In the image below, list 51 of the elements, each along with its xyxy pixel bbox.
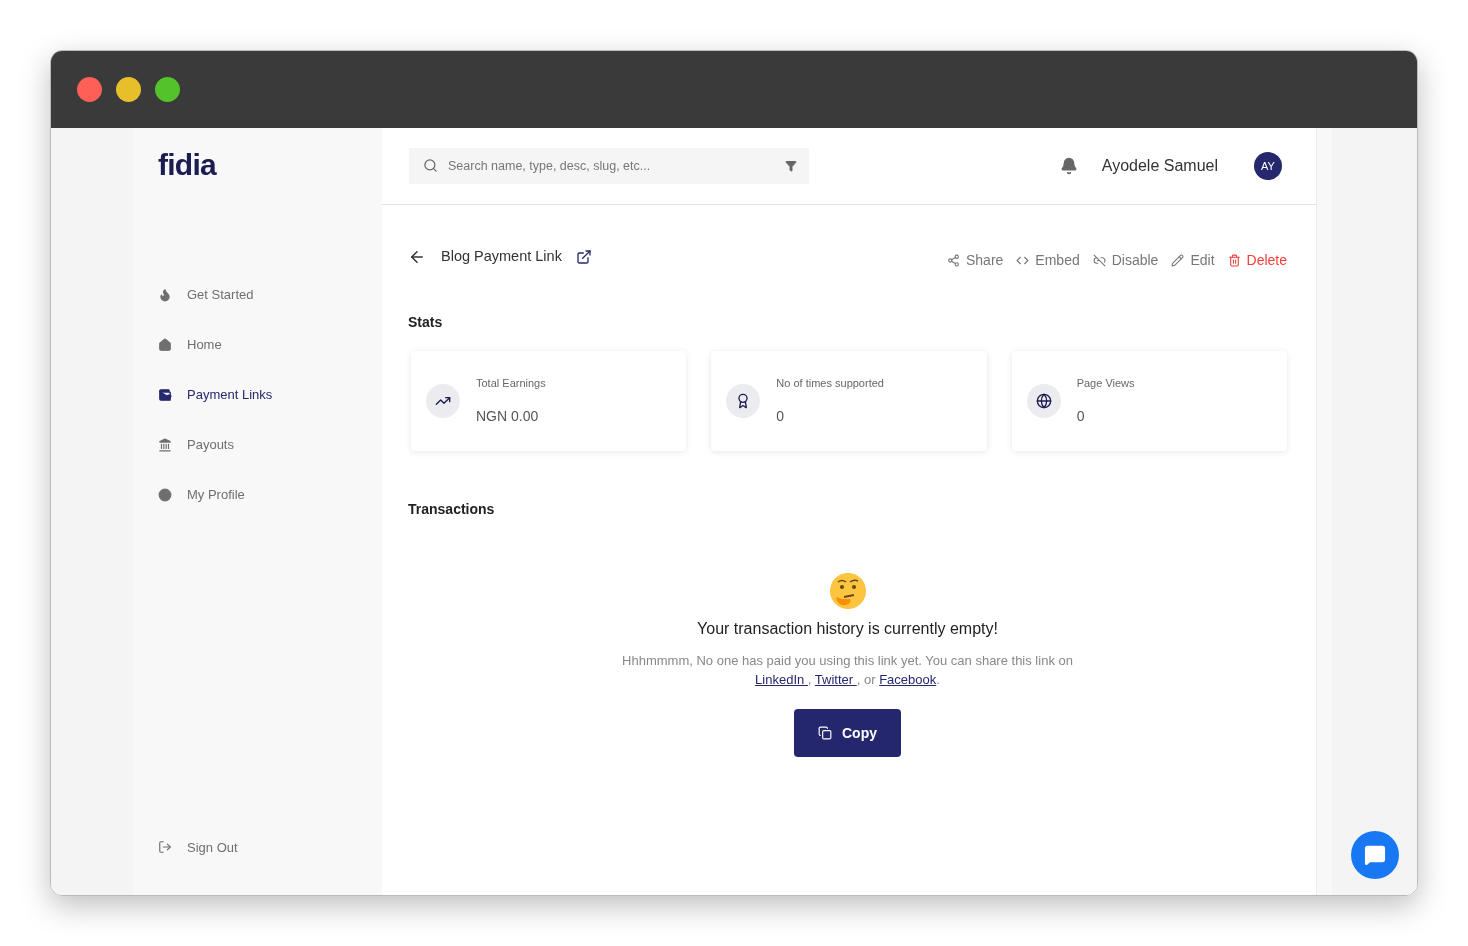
share-link[interactable]: LinkedIn [755,672,808,687]
stat-value: 0 [1076,406,1086,426]
trend-up-icon [426,384,460,418]
nav-item[interactable]: Payouts [158,434,382,455]
action-button[interactable]: Embed [1016,249,1080,271]
nav-item[interactable]: Home [158,334,382,355]
copy-icon [818,726,832,740]
bell-icon[interactable] [1059,157,1078,175]
chat-button[interactable] [1350,831,1399,879]
minimize-button[interactable] [116,77,141,102]
action-button[interactable]: Edit [1171,249,1215,271]
nav-item[interactable]: Get Started [158,284,382,305]
chat-icon [1363,844,1386,866]
flame-icon [158,287,172,302]
house-icon [158,337,172,352]
page-title: Blog Payment Link [441,247,562,267]
broken-link-icon [1092,253,1106,267]
filter-icon[interactable] [785,160,797,172]
bank-icon [158,437,172,452]
stat-label: Total Earnings [476,376,546,392]
close-button[interactable] [77,77,102,102]
action-button[interactable]: Delete [1227,249,1287,271]
avatar[interactable]: AY [1254,152,1282,180]
pencil-icon [1171,253,1185,267]
wallet-icon [158,387,172,402]
sign-out-item[interactable]: Sign Out [158,837,382,857]
external-link-icon[interactable] [575,249,592,265]
nav-item[interactable]: Payment Links [158,384,382,405]
action-button[interactable]: Share [947,249,1004,271]
sign-out-icon [158,840,172,855]
empty-state-title: Your transaction history is currently empty! [697,619,998,639]
search-icon [423,158,438,173]
stat-value: 0 [776,406,786,426]
stat-label: Page Views [1076,376,1135,392]
trash-icon [1227,253,1241,267]
stat-label: No of times supported [776,376,884,392]
search-field[interactable]: Search name, type, desc, slug, etc... [409,148,809,184]
user-name: Ayodele Samuel [1101,156,1218,176]
globe-icon [1026,384,1061,418]
zoom-button[interactable] [155,77,180,102]
nav-item[interactable]: My Profile [158,484,382,505]
share-icon [947,253,960,267]
logo: fidia [158,150,216,180]
copy-button[interactable]: Copy [794,709,901,757]
empty-state-message: Hhhmmmm, No one has paid you using this link yet. You can share this link on LinkedIn , Twitter , or Facebook. [621,652,1074,689]
action-button[interactable]: Disable [1092,249,1159,271]
section-heading: Stats [408,313,444,332]
badge-icon [726,384,761,418]
stat-value: NGN 0.00 [476,406,540,426]
section-heading: Transactions [408,500,496,519]
share-link[interactable]: Twitter [814,672,857,687]
